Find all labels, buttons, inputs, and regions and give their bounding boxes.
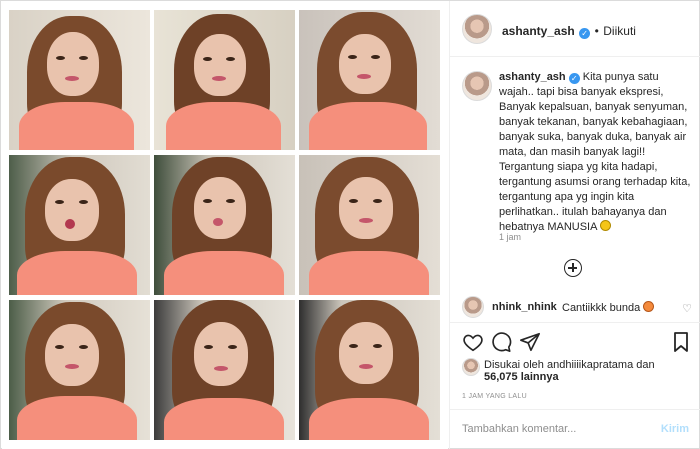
- bookmark-icon[interactable]: [673, 331, 689, 353]
- caption-text: Kita punya satu wajah.. tapi bisa banyak…: [499, 71, 691, 233]
- liker-avatar[interactable]: [462, 358, 480, 376]
- collage-photo: [9, 10, 150, 150]
- share-send-icon[interactable]: [519, 331, 541, 353]
- comment-input[interactable]: Tambahkan komentar...: [462, 423, 576, 435]
- collage-photo: [299, 10, 440, 150]
- heart-eyes-emoji-icon: [643, 301, 655, 312]
- collage-photo: [154, 300, 295, 440]
- verified-badge-icon: ✓: [579, 28, 591, 39]
- follow-status-button[interactable]: Diikuti: [603, 24, 636, 38]
- collage-photo: [154, 155, 295, 295]
- comment-bubble-icon[interactable]: [490, 331, 512, 353]
- caption-username[interactable]: ashanty_ash: [499, 71, 566, 83]
- load-more-comments-icon[interactable]: [564, 259, 582, 277]
- post-caption: ashanty_ash ✓ Kita punya satu wajah.. ta…: [499, 70, 693, 235]
- post-timestamp: 1 JAM YANG LALU: [462, 393, 527, 400]
- action-bar: [450, 322, 700, 360]
- photo-collage[interactable]: [2, 2, 448, 449]
- caption-time: 1 jam: [499, 232, 522, 242]
- post-sidebar: ashanty_ash ✓ • Diikuti ashanty_ash ✓ Ki…: [449, 1, 700, 449]
- likes-count[interactable]: 56,075 lainnya: [484, 370, 559, 384]
- commenter-avatar[interactable]: [462, 296, 484, 318]
- instagram-post: ashanty_ash ✓ • Diikuti ashanty_ash ✓ Ki…: [0, 0, 700, 449]
- caption-avatar[interactable]: [462, 71, 492, 101]
- collage-photo: [299, 155, 440, 295]
- send-comment-button[interactable]: Kirim: [661, 423, 689, 435]
- header-username[interactable]: ashanty_ash: [502, 24, 575, 38]
- header-user: ashanty_ash ✓ • Diikuti: [502, 22, 636, 40]
- smile-emoji-icon: [599, 220, 611, 231]
- collage-photo: [9, 300, 150, 440]
- comment-username[interactable]: nhink_nhink: [492, 301, 557, 313]
- collage-photo: [154, 10, 295, 150]
- comment-text: Cantiikkk bunda: [562, 301, 655, 314]
- add-comment-box: Tambahkan komentar... Kirim: [450, 409, 700, 449]
- collage-photo: [299, 300, 440, 440]
- like-heart-icon[interactable]: [462, 331, 484, 353]
- avatar[interactable]: [462, 14, 492, 44]
- verified-badge-icon: ✓: [568, 73, 580, 84]
- separator: •: [594, 24, 599, 38]
- post-header: ashanty_ash ✓ • Diikuti: [450, 1, 700, 57]
- comment: nhink_nhink Cantiikkk bunda ♡: [462, 296, 692, 318]
- collage-photo: [9, 155, 150, 295]
- comment-like-icon[interactable]: ♡: [682, 302, 692, 315]
